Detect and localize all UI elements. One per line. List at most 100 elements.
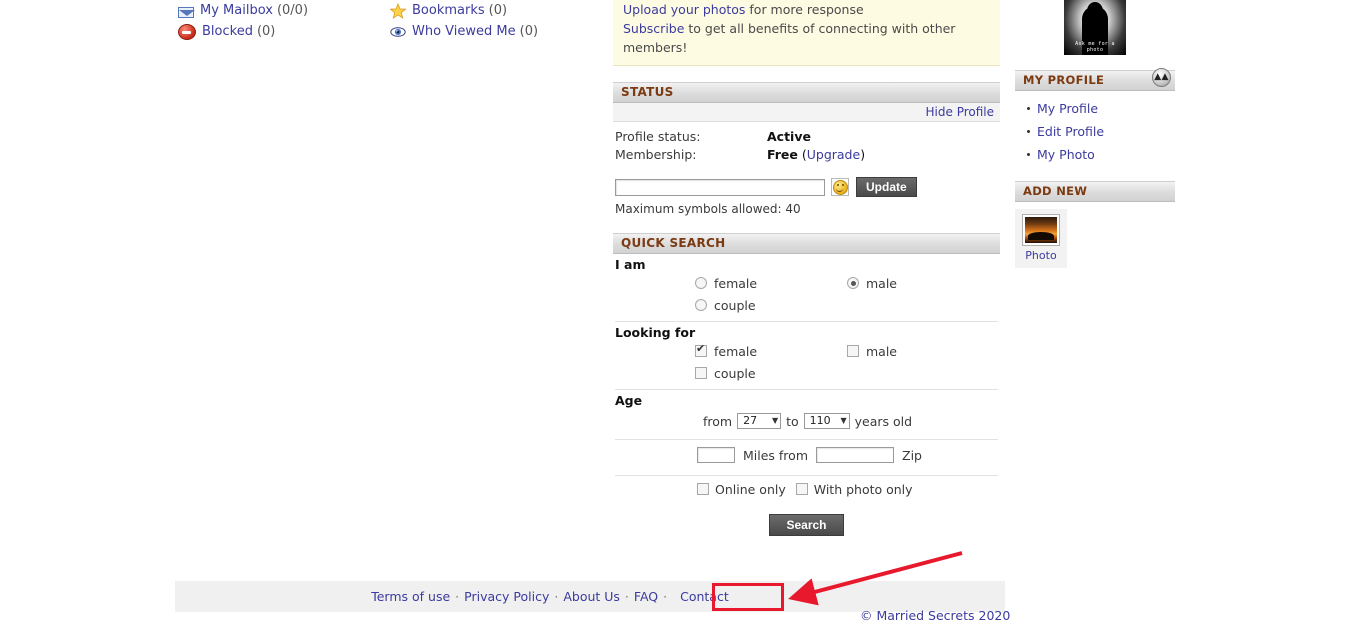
add-new-title: ADD NEW: [1023, 184, 1088, 198]
status-update-row: Update: [615, 177, 998, 197]
profile-status-row: Profile status: Active: [615, 128, 998, 146]
radio-label[interactable]: couple: [714, 298, 756, 313]
smiley-icon[interactable]: [831, 178, 849, 196]
copyright-text: © Married Secrets 2020: [860, 608, 1011, 623]
miles-input[interactable]: [697, 447, 735, 463]
radio-i-am-couple[interactable]: couple: [695, 298, 847, 313]
online-only-label[interactable]: Online only: [715, 482, 786, 497]
avatar[interactable]: Ask me for a photo: [1064, 0, 1126, 55]
checkbox-icon[interactable]: [695, 367, 707, 379]
footer-separator: ·: [554, 589, 559, 604]
sidebar-item-label[interactable]: Edit Profile: [1037, 124, 1104, 139]
notice-banner: Upload your photos for more response Sub…: [613, 0, 1000, 66]
notice-line-2: Subscribe to get all benefits of connect…: [623, 19, 990, 57]
miles-label: Miles from: [743, 447, 808, 463]
radio-icon[interactable]: [847, 277, 859, 289]
footer-link-terms-of-use[interactable]: Terms of use: [371, 589, 450, 604]
upload-photos-link[interactable]: Upload your photos: [623, 2, 745, 17]
checkbox-looking-for-female[interactable]: female: [695, 343, 847, 359]
with-photo-only-label[interactable]: With photo only: [814, 482, 913, 497]
radio-i-am-male[interactable]: male: [847, 276, 897, 291]
collapse-up-icon[interactable]: ▲▲: [1152, 68, 1171, 87]
sidebar-item-label[interactable]: My Profile: [1037, 101, 1098, 116]
age-from-value: 27: [743, 414, 758, 427]
membership-value: Free (Upgrade): [767, 146, 865, 164]
footer-separator: ·: [624, 589, 629, 604]
notice-line-1-text: for more response: [745, 2, 864, 17]
status-input[interactable]: [615, 178, 825, 196]
radio-icon[interactable]: [695, 299, 707, 311]
checkbox-icon[interactable]: [695, 343, 707, 357]
radio-icon[interactable]: [695, 277, 707, 289]
footer-separator: ·: [663, 589, 668, 604]
profile-status-label: Profile status:: [615, 129, 701, 144]
age-from-select[interactable]: 27 ▼: [737, 413, 782, 429]
checkbox-label[interactable]: male: [866, 344, 897, 359]
search-button[interactable]: Search: [769, 514, 844, 536]
i-am-row-2: couple: [695, 294, 1000, 316]
upgrade-link[interactable]: Upgrade: [807, 147, 860, 162]
highlight-box-contact: [712, 583, 784, 611]
quick-link-my-mailbox[interactable]: My Mailbox (0/0): [178, 3, 390, 18]
add-new-section: ADD NEW Photo: [1015, 181, 1175, 268]
quick-link-label[interactable]: Bookmarks: [412, 3, 485, 18]
smiley-mouth: [836, 188, 843, 192]
sidebar-item-my-profile[interactable]: My Profile: [1027, 97, 1175, 120]
radio-i-am-female[interactable]: female: [695, 276, 847, 291]
quick-link-label[interactable]: Who Viewed Me: [412, 24, 516, 39]
status-subbar: Hide Profile: [613, 103, 1000, 122]
quick-search-panel: QUICK SEARCH I am female male couple Loo…: [613, 233, 1000, 536]
age-suffix: years old: [854, 413, 913, 429]
checkbox-label[interactable]: female: [714, 344, 757, 359]
sidebar-item-label[interactable]: My Photo: [1037, 147, 1095, 162]
footer-link-faq[interactable]: FAQ: [634, 589, 658, 604]
checkbox-online-only[interactable]: [697, 483, 709, 495]
i-am-row-1: female male: [695, 272, 1000, 294]
hide-profile-link[interactable]: Hide Profile: [926, 105, 994, 119]
checkbox-icon[interactable]: [847, 345, 859, 357]
footer-link-privacy-policy[interactable]: Privacy Policy: [464, 589, 549, 604]
sidebar-item-my-photo[interactable]: My Photo: [1027, 143, 1175, 166]
quick-links-row: Blocked (0) Who Viewed Me (0): [178, 21, 598, 42]
subscribe-link[interactable]: Subscribe: [623, 21, 684, 36]
age-to-value: 110: [809, 414, 831, 427]
quick-link-bookmarks[interactable]: Bookmarks (0): [389, 2, 507, 19]
sidebar-item-edit-profile[interactable]: Edit Profile: [1027, 120, 1175, 143]
quick-link-blocked[interactable]: Blocked (0): [178, 23, 390, 40]
quick-links-panel: My Mailbox (0/0) Bookmarks (0) Blocked (…: [178, 0, 598, 42]
checkbox-looking-for-male[interactable]: male: [847, 344, 897, 359]
avatar-caption: Ask me for a photo: [1064, 41, 1126, 53]
radio-label[interactable]: female: [714, 276, 757, 291]
distance-row: Miles from Zip: [613, 440, 1000, 470]
search-row: Search: [613, 502, 1000, 536]
checkbox-label[interactable]: couple: [714, 366, 756, 381]
status-panel-title: STATUS: [613, 82, 1000, 103]
update-button[interactable]: Update: [856, 177, 917, 197]
avatar-caption-line-2: photo: [1086, 47, 1104, 53]
quick-link-label[interactable]: Blocked: [202, 24, 253, 39]
looking-for-label: Looking for: [615, 325, 696, 340]
radio-label[interactable]: male: [866, 276, 897, 291]
age-to-select[interactable]: 110 ▼: [803, 413, 850, 429]
checkbox-looking-for-couple[interactable]: couple: [695, 366, 847, 381]
looking-for-row-1: female male: [695, 340, 1000, 362]
quick-link-who-viewed-me[interactable]: Who Viewed Me (0): [390, 24, 538, 40]
notice-line-1: Upload your photos for more response: [623, 0, 990, 19]
smiley-face: [832, 179, 848, 195]
checkbox-with-photo-only[interactable]: [795, 483, 808, 495]
blocked-icon: [178, 24, 196, 40]
quick-link-count: (0/0): [276, 3, 309, 18]
age-to-word: to: [786, 413, 799, 429]
add-new-photo-label[interactable]: Photo: [1015, 249, 1067, 262]
i-am-options: female male couple: [613, 272, 1000, 316]
footer-link-about-us[interactable]: About Us: [563, 589, 620, 604]
quick-link-label[interactable]: My Mailbox: [200, 3, 273, 18]
quick-link-count: (0): [519, 24, 539, 39]
zip-input[interactable]: [816, 447, 894, 463]
status-panel: STATUS Hide Profile Profile status: Acti…: [613, 82, 1000, 216]
add-new-photo-tile[interactable]: Photo: [1015, 209, 1067, 268]
quick-search-panel-title: QUICK SEARCH: [613, 233, 1000, 254]
filters-row: Online only With photo only: [613, 476, 1000, 502]
i-am-label: I am: [615, 257, 646, 272]
photo-hill-shape: [1028, 232, 1054, 240]
